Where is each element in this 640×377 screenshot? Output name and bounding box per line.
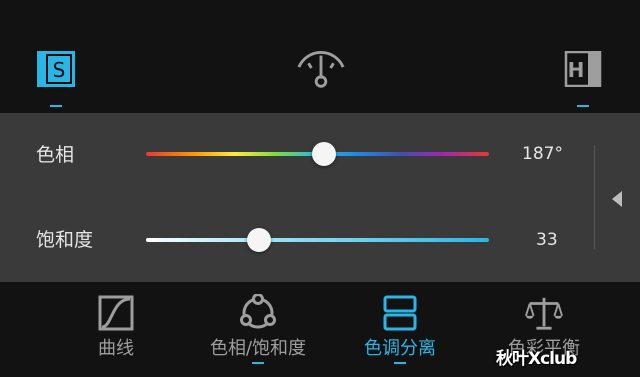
tab-hue-saturation[interactable]: 色相/饱和度 xyxy=(198,282,318,377)
hue-circle-icon xyxy=(239,294,277,332)
saturation-slider-track[interactable] xyxy=(146,238,489,242)
s-mode-indicator xyxy=(50,105,62,107)
tab-split-toning[interactable]: 色调分离 xyxy=(356,282,444,377)
s-icon: S xyxy=(37,51,75,87)
gauge-button[interactable] xyxy=(296,48,346,90)
tab-curves[interactable]: 曲线 xyxy=(76,282,156,377)
split-tone-icon xyxy=(381,294,419,332)
h-icon: H xyxy=(564,51,602,87)
hue-slider-thumb[interactable] xyxy=(312,142,337,166)
curve-icon xyxy=(97,294,135,332)
hue-label: 色相 xyxy=(36,144,75,166)
tab-hue-saturation-mark xyxy=(252,362,264,364)
tab-split-toning-mark xyxy=(394,362,406,364)
panel-divider xyxy=(594,145,595,249)
saturation-value: 33 xyxy=(536,230,558,250)
top-toolbar: S H xyxy=(0,0,640,113)
adjustment-panel xyxy=(0,113,640,282)
balance-scale-icon xyxy=(525,294,563,332)
tab-hue-saturation-label: 色相/饱和度 xyxy=(209,338,307,359)
collapse-panel-button[interactable] xyxy=(608,186,626,212)
watermark: 秋叶Xclub xyxy=(496,349,577,369)
tab-split-toning-label: 色调分离 xyxy=(364,338,436,359)
svg-text:H: H xyxy=(568,58,585,82)
triangle-left-icon xyxy=(612,191,622,207)
tab-curves-label: 曲线 xyxy=(98,338,134,359)
gauge-icon xyxy=(297,51,345,88)
saturation-slider-thumb[interactable] xyxy=(247,228,272,252)
saturation-label: 饱和度 xyxy=(36,229,94,251)
hue-value: 187° xyxy=(522,144,563,164)
s-mode-button[interactable]: S xyxy=(35,48,77,90)
h-mode-indicator xyxy=(577,105,589,107)
h-mode-button[interactable]: H xyxy=(562,48,604,90)
svg-text:S: S xyxy=(53,58,66,82)
